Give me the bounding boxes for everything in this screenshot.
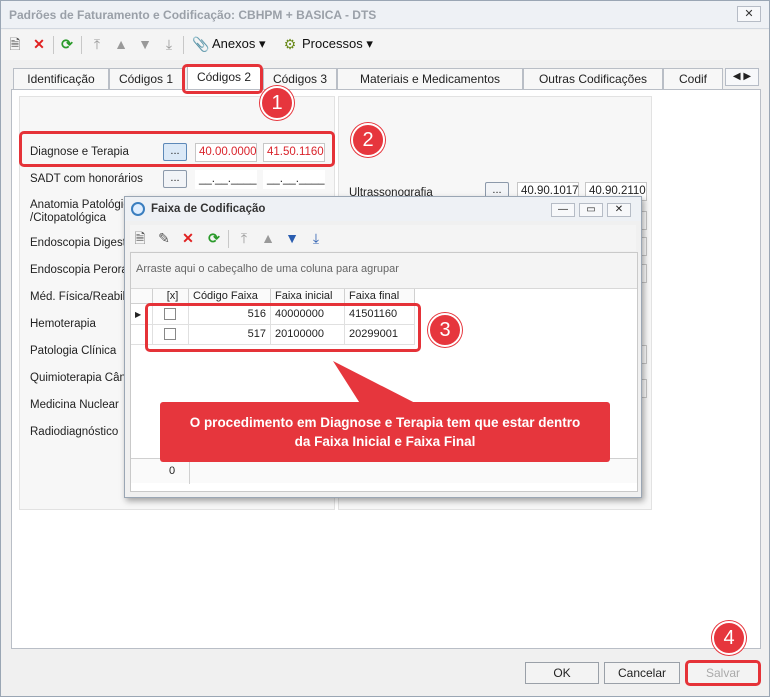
tab-outras-codificacoes[interactable]: Outras Codificações (523, 68, 663, 89)
step-badge-3: 3 (428, 313, 462, 347)
med-fisica-label: Méd. Física/Reabil (30, 291, 126, 303)
paperclip-icon: 📎 (192, 36, 210, 52)
cancel-button[interactable]: Cancelar (604, 662, 680, 684)
faixa-final-header[interactable]: Faixa final (345, 289, 415, 304)
delete-icon[interactable]: ✕ (31, 36, 47, 52)
last-record-icon[interactable]: ⤓ (161, 36, 177, 52)
first-record-icon[interactable]: ⤒ (89, 36, 105, 52)
anatomia-label: Anatomia Patológic /Citopatológica (30, 199, 130, 224)
processos-label: Processos (302, 36, 363, 51)
main-window: Padrões de Faturamento e Codificação: CB… (0, 0, 770, 697)
close-button[interactable]: ✕ (737, 6, 761, 22)
select-column-header[interactable]: [x] (153, 289, 189, 304)
endoscopia-perora-label: Endoscopia Perora (30, 264, 128, 276)
first-record-icon[interactable]: ⤒ (236, 230, 252, 246)
last-record-icon[interactable]: ⤓ (308, 230, 324, 246)
toolbar-separator (183, 36, 184, 54)
callout-line-2: da Faixa Inicial e Faixa Final (294, 434, 476, 449)
anexos-menu-button[interactable]: Anexos ▾ (212, 36, 266, 52)
edit-icon[interactable]: ✎ (156, 230, 172, 246)
next-record-icon[interactable]: ▼ (137, 36, 153, 52)
app-logo-icon (131, 202, 145, 216)
dialog-title-bar: Faixa de Codificação — ▭ ✕ (125, 197, 641, 221)
previous-record-icon[interactable]: ▲ (113, 36, 129, 52)
hemoterapia-label: Hemoterapia (30, 318, 96, 330)
processos-menu-button[interactable]: Processos ▾ (302, 36, 373, 52)
ok-button[interactable]: OK (525, 662, 599, 684)
minimize-button[interactable]: — (551, 203, 575, 217)
title-bar: Padrões de Faturamento e Codificação: CB… (1, 1, 769, 29)
tab-materiais-medicamentos[interactable]: Materiais e Medicamentos (337, 68, 523, 89)
diagnose-row-highlight (19, 131, 335, 167)
toolbar-separator (81, 36, 82, 54)
step-badge-2: 2 (351, 123, 385, 157)
save-highlight (685, 660, 761, 686)
dialog-title: Faixa de Codificação (151, 203, 266, 215)
tab-codigos-1[interactable]: Códigos 1 (109, 68, 183, 89)
maximize-button[interactable]: ▭ (579, 203, 603, 217)
sadt-to-field[interactable]: __.__.____ (263, 170, 325, 189)
quimioterapia-label: Quimioterapia Cân (30, 372, 126, 384)
step-badge-4: 4 (712, 621, 746, 655)
step-badge-1: 1 (260, 86, 294, 120)
next-record-icon[interactable]: ▼ (284, 230, 300, 246)
anexos-label: Anexos (212, 36, 256, 51)
callout-pointer (333, 361, 419, 405)
toolbar-separator (53, 36, 54, 54)
dialog-close-button[interactable]: ✕ (607, 203, 631, 217)
delete-icon[interactable]: ✕ (180, 230, 196, 246)
refresh-icon[interactable]: ⟳ (206, 230, 222, 246)
medicina-nuclear-label: Medicina Nuclear (30, 399, 119, 411)
tab-codif[interactable]: Codif (663, 68, 723, 89)
refresh-icon[interactable]: ⟳ (59, 36, 75, 52)
endoscopia-digest-label: Endoscopia Digest (30, 237, 126, 249)
group-by-panel[interactable]: Arraste aqui o cabeçalho de uma coluna p… (131, 253, 637, 289)
callout-message: O procedimento em Diagnose e Terapia tem… (160, 402, 610, 462)
toolbar-separator (228, 230, 229, 248)
processos-icon: ⚙ (283, 36, 297, 52)
footer-divider (189, 459, 190, 484)
footer-count: 0 (169, 465, 176, 477)
tab-scroll-arrows[interactable]: ◀ ▶ (725, 68, 759, 86)
window-title: Padrões de Faturamento e Codificação: CB… (9, 8, 377, 22)
tab-identificacao[interactable]: Identificação (13, 68, 109, 89)
tab-highlight (182, 64, 263, 94)
sadt-label: SADT com honorários (30, 173, 143, 185)
sadt-lookup-button[interactable]: ... (163, 170, 187, 188)
main-toolbar: 🗎 ✕ ⟳ ⤒ ▲ ▼ ⤓ 📎 Anexos ▾ ⚙ Processos ▾ (1, 30, 769, 60)
dialog-toolbar: 🗎 ✎ ✕ ⟳ ⤒ ▲ ▼ ⤓ (130, 225, 636, 251)
faixa-inicial-header[interactable]: Faixa inicial (271, 289, 345, 304)
sadt-from-field[interactable]: __.__.____ (195, 170, 257, 189)
new-icon[interactable]: 🗎 (132, 230, 148, 246)
radiodiagnostico-label: Radiodiagnóstico (30, 426, 119, 438)
grid-rows-highlight (145, 303, 421, 352)
codigo-faixa-header[interactable]: Código Faixa (189, 289, 271, 304)
tab-strip: Identificação Códigos 1 Códigos 2 Código… (11, 66, 761, 90)
patologia-clinica-label: Patologia Clínica (30, 345, 117, 357)
previous-record-icon[interactable]: ▲ (260, 230, 276, 246)
new-icon[interactable]: 🗎 (7, 36, 23, 52)
callout-line-1: O procedimento em Diagnose e Terapia tem… (189, 415, 581, 430)
row-indicator-header (131, 289, 153, 304)
